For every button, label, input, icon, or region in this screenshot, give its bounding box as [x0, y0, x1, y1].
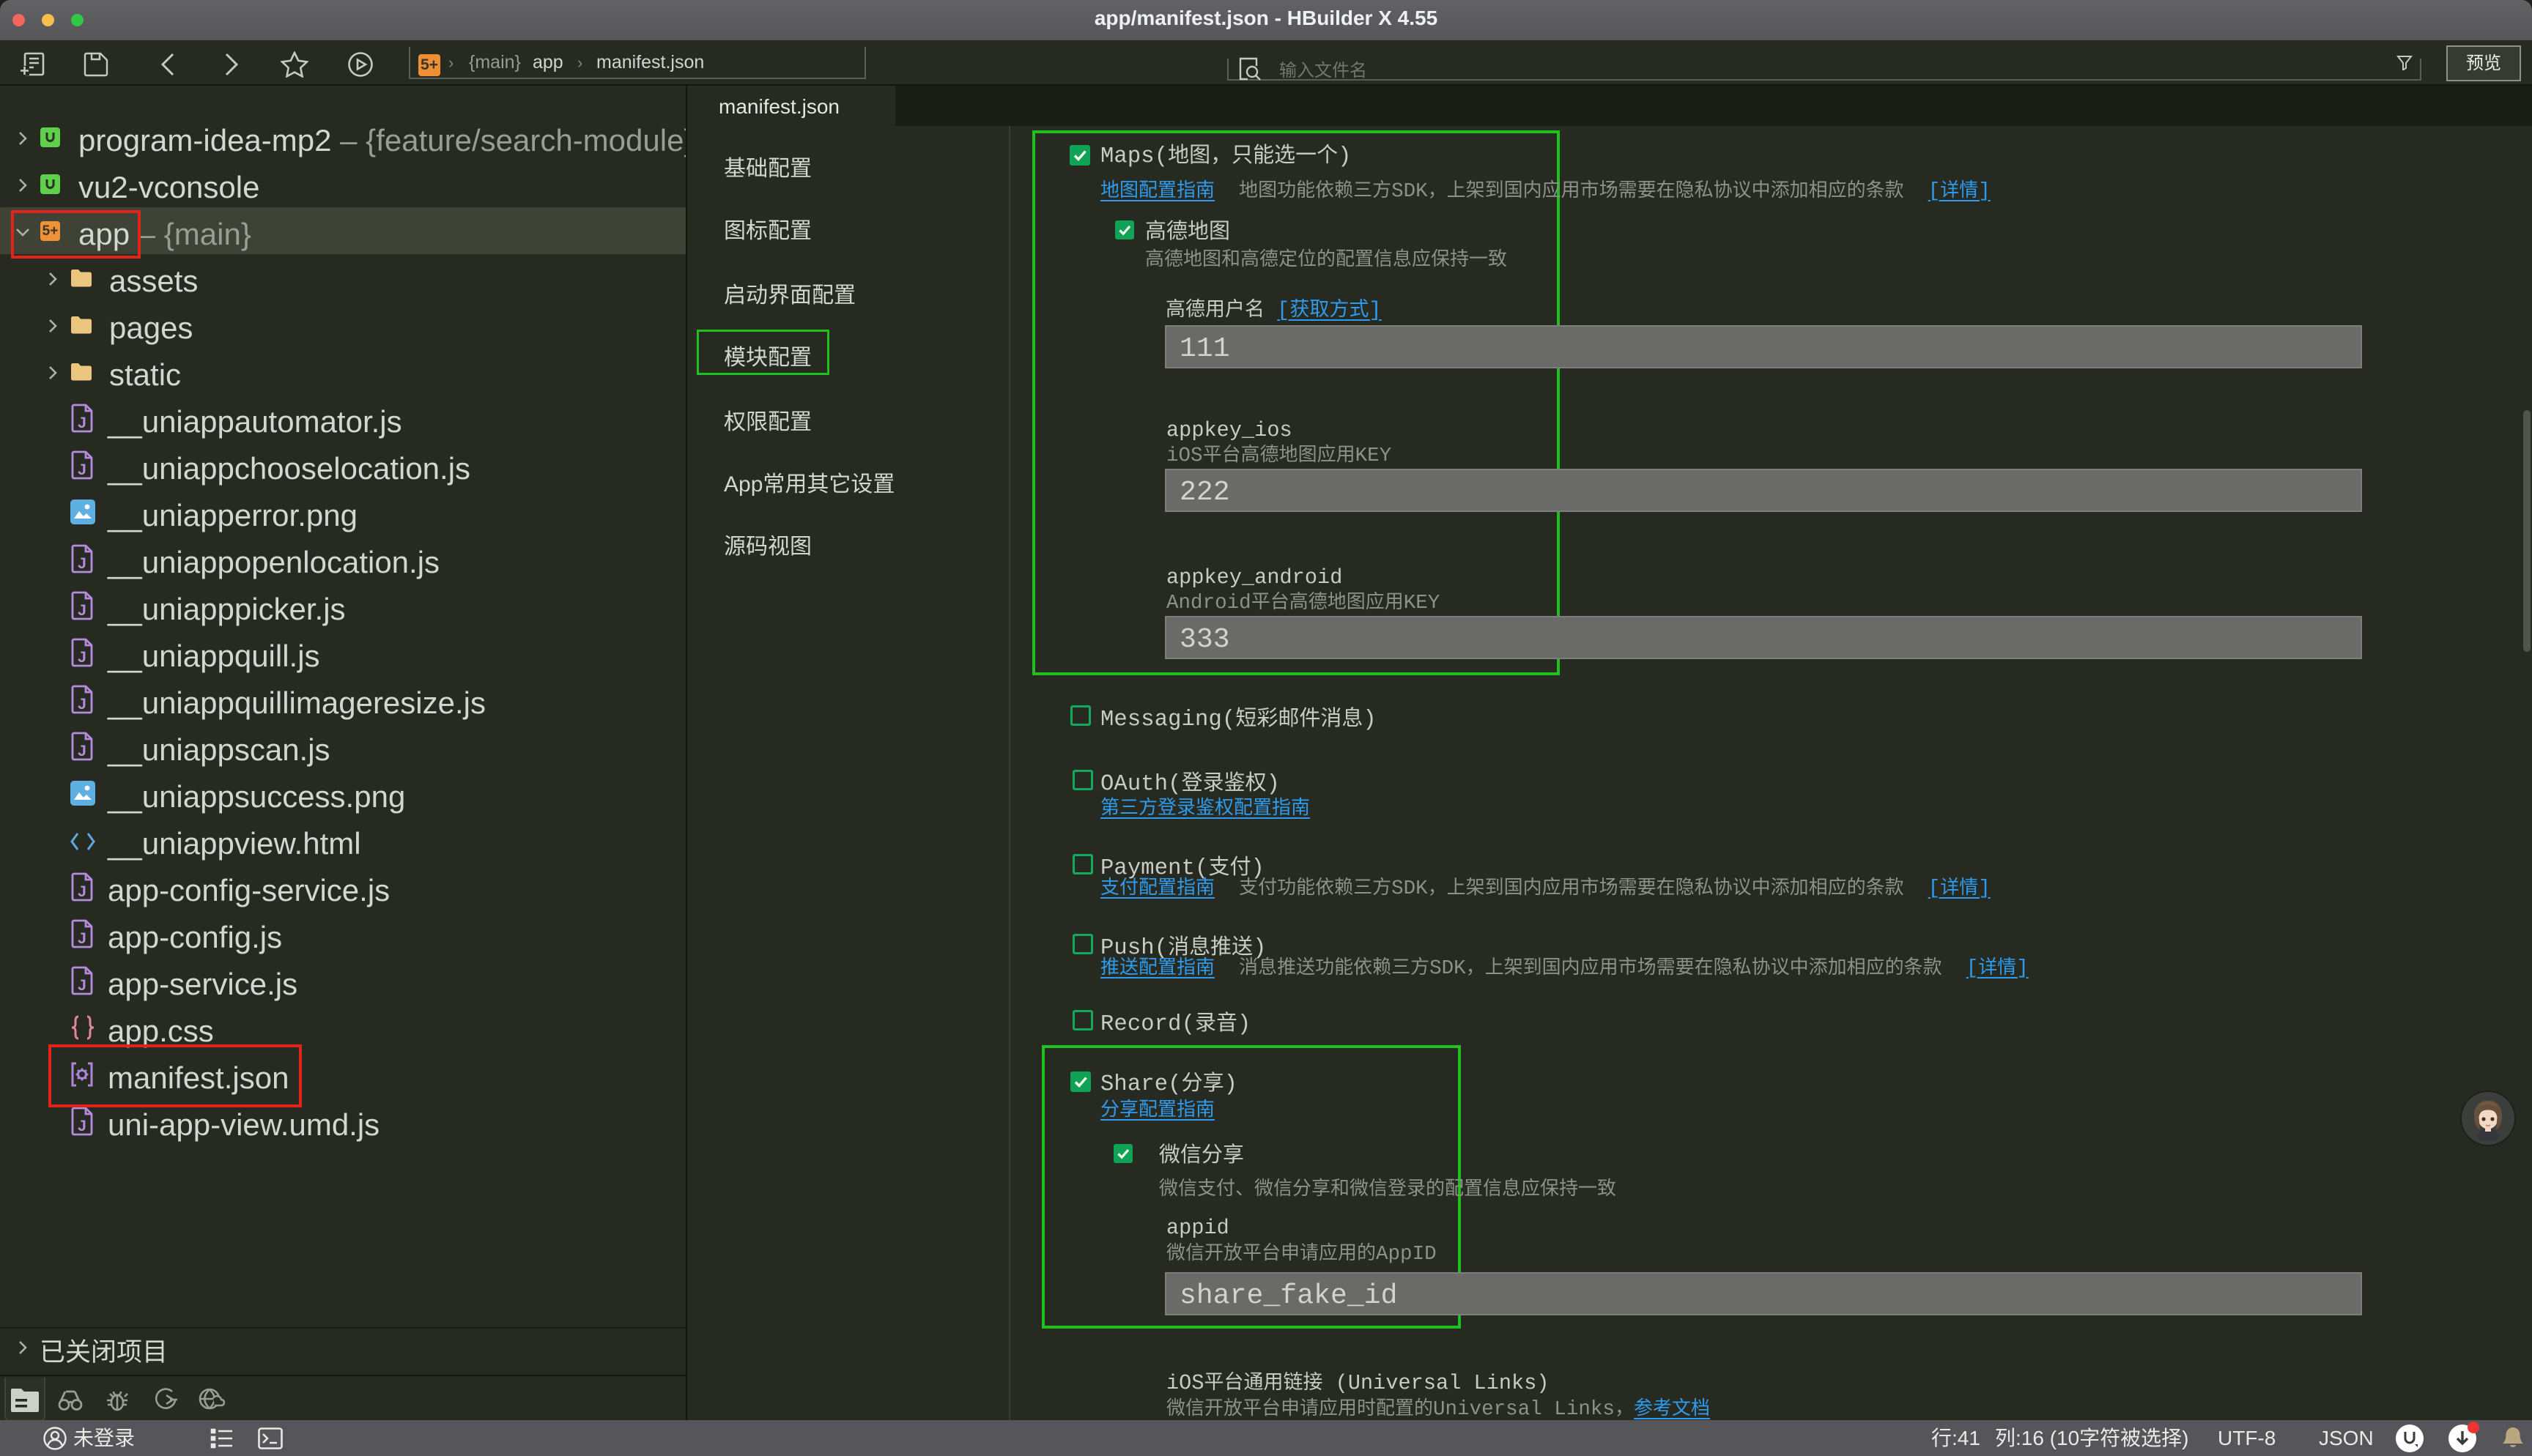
svg-text:J: J — [78, 977, 86, 994]
svg-text:J: J — [78, 602, 86, 619]
svg-text:J: J — [78, 461, 86, 478]
svg-text:J: J — [78, 415, 86, 431]
svg-text:J: J — [78, 649, 86, 666]
svg-text:J: J — [78, 1118, 86, 1134]
svg-text:J: J — [78, 930, 86, 947]
svg-text:J: J — [78, 696, 86, 713]
svg-text:J: J — [78, 883, 86, 900]
svg-text:J: J — [78, 555, 86, 572]
svg-text:J: J — [78, 743, 86, 759]
